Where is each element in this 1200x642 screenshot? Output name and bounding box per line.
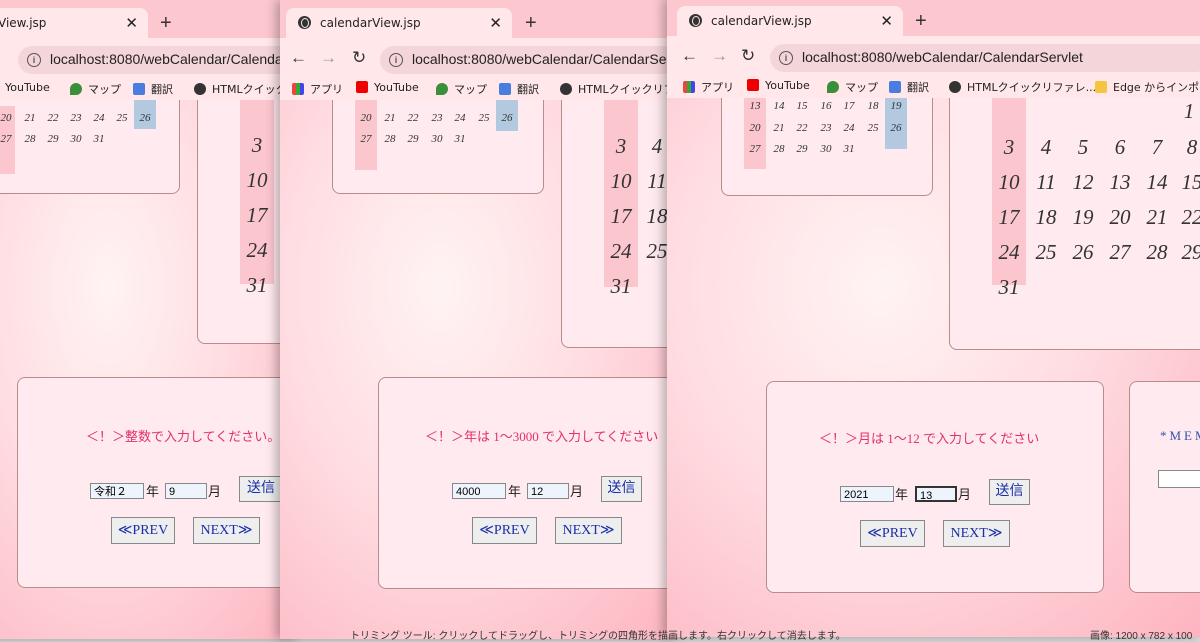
error-message: ＜！＞整数で入力してください。 [86, 429, 281, 444]
tab-calendar-view[interactable]: calendarView.jsp ✕ [677, 6, 903, 36]
url-text: localhost:8080/webCalendar/CalendarServl… [50, 51, 300, 67]
next-button[interactable]: NEXT≫ [555, 517, 622, 544]
close-tab-icon[interactable]: ✕ [125, 14, 138, 32]
browser-chrome: calendarView.jsp ✕ + ← → ↻ i localhost:8… [667, 0, 1200, 98]
bookmark-translate[interactable]: 翻訳 [499, 81, 539, 97]
tab-calendar-view[interactable]: View.jsp ✕ [0, 8, 148, 38]
bookmark-youtube[interactable]: YouTube [0, 81, 50, 94]
bookmark-maps[interactable]: マップ [70, 81, 121, 97]
close-tab-icon[interactable]: ✕ [880, 12, 893, 30]
error-message: ＜！＞月は 1～12 で入力してください [819, 431, 1040, 446]
bookmark-edge-import[interactable]: Edge からインポート [1095, 79, 1200, 95]
reload-icon[interactable]: ↻ [741, 46, 755, 66]
submit-button[interactable]: 送信 [989, 479, 1030, 505]
bookmark-apps[interactable]: アプリ [683, 79, 734, 95]
submit-button[interactable]: 送信 [239, 476, 283, 502]
prev-button[interactable]: ≪PREV [860, 520, 925, 547]
bookmark-maps[interactable]: マップ [827, 79, 878, 95]
memo-label: *MEM [1160, 428, 1200, 443]
back-icon[interactable]: ← [681, 46, 698, 66]
mini-calendar: 20 21 22 23 24 25 26 27 28 29 30 31 [0, 100, 180, 194]
month-input[interactable]: 13 [915, 486, 957, 502]
tab-title: calendarView.jsp [320, 16, 421, 30]
site-info-icon[interactable]: i [779, 51, 793, 65]
url-text: localhost:8080/webCalendar/CalendarServl… [802, 49, 1083, 65]
bookmark-html-ref[interactable]: HTMLクイックリファレ... [949, 79, 1096, 95]
reload-icon[interactable]: ↻ [352, 48, 366, 68]
browser-window-3: calendarView.jsp ✕ + ← → ↻ i localhost:8… [667, 0, 1200, 637]
submit-button[interactable]: 送信 [601, 476, 642, 502]
image-size-text: 画像: 1200 x 782 x 100 [1090, 631, 1193, 642]
bookmark-translate[interactable]: 翻訳 [889, 79, 929, 95]
prev-button[interactable]: ≪PREV [111, 517, 175, 544]
bookmark-html-ref[interactable]: HTMLクイックリファ [560, 81, 680, 97]
memo-input[interactable] [1158, 470, 1200, 488]
forward-icon[interactable]: → [320, 48, 337, 68]
address-bar[interactable]: i localhost:8080/webCalendar/CalendarSer… [18, 46, 300, 74]
new-tab-icon[interactable]: + [915, 10, 927, 33]
site-info-icon[interactable]: i [27, 53, 41, 67]
forward-icon[interactable]: → [711, 46, 728, 66]
tab-title: View.jsp [0, 16, 47, 30]
input-form: ＜！＞整数で入力してください。 令和２ 年 9 月 送信 ≪PREV NEXT≫ [17, 377, 300, 588]
globe-icon [689, 14, 702, 27]
tab-calendar-view[interactable]: calendarView.jsp ✕ [286, 8, 512, 38]
mini-calendar: 13 14 15 16 17 18 19 20 21 22 23 24 25 2… [721, 98, 933, 196]
new-tab-icon[interactable]: + [160, 12, 172, 35]
bookmark-apps[interactable]: アプリ [292, 81, 343, 97]
year-input[interactable]: 4000 [452, 483, 506, 499]
mini-calendar: 20 21 22 23 24 25 26 27 28 29 30 31 [332, 100, 544, 194]
browser-chrome: View.jsp ✕ + i localhost:8080/webCalenda… [0, 0, 300, 100]
page-content: 20 21 22 23 24 25 26 27 28 29 30 31 3 10… [0, 100, 300, 639]
site-info-icon[interactable]: i [389, 53, 403, 67]
browser-chrome: calendarView.jsp ✕ + ← → ↻ i localhost:8… [280, 0, 680, 100]
error-message: ＜！＞年は 1～3000 で入力してください [425, 429, 659, 444]
month-calendar: 3 10 17 24 31 4 11 18 25 [561, 100, 680, 348]
tab-title: calendarView.jsp [711, 14, 812, 28]
browser-window-1: View.jsp ✕ + i localhost:8080/webCalenda… [0, 0, 300, 639]
next-button[interactable]: NEXT≫ [193, 517, 260, 544]
prev-button[interactable]: ≪PREV [472, 517, 537, 544]
bookmark-youtube[interactable]: YouTube [747, 79, 810, 92]
month-input[interactable]: 12 [527, 483, 569, 499]
page-content: 13 14 15 16 17 18 19 20 21 22 23 24 25 2… [667, 98, 1200, 637]
browser-window-2: calendarView.jsp ✕ + ← → ↻ i localhost:8… [280, 0, 680, 639]
new-tab-icon[interactable]: + [525, 12, 537, 35]
input-form: ＜！＞年は 1～3000 で入力してください 4000 年 12 月 送信 ≪P… [378, 377, 680, 589]
address-bar[interactable]: i localhost:8080/webCalendar/CalendarSer… [770, 44, 1200, 72]
url-text: localhost:8080/webCalendar/CalendarServl… [412, 51, 680, 67]
month-input[interactable]: 9 [165, 483, 207, 499]
bookmark-translate[interactable]: 翻訳 [133, 81, 173, 97]
globe-icon [298, 16, 311, 29]
bookmark-youtube[interactable]: YouTube [356, 81, 419, 94]
bookmark-maps[interactable]: マップ [436, 81, 487, 97]
memo-box: *MEM [1129, 381, 1200, 593]
back-icon[interactable]: ← [290, 48, 307, 68]
page-content: 20 21 22 23 24 25 26 27 28 29 30 31 3 10… [280, 100, 680, 639]
close-tab-icon[interactable]: ✕ [489, 14, 502, 32]
year-input[interactable]: 令和２ [90, 483, 144, 499]
month-calendar: 1 3 4 5 6 7 8 10 11 12 13 14 15 17 18 19… [949, 98, 1200, 350]
next-button[interactable]: NEXT≫ [943, 520, 1010, 547]
status-text: トリミング ツール: クリックしてドラッグし、トリミングの四角形を描画します。右… [350, 631, 846, 642]
input-form: ＜！＞月は 1～12 で入力してください 2021 年 13 月 送信 ≪PRE… [766, 381, 1104, 593]
year-input[interactable]: 2021 [840, 486, 894, 502]
address-bar[interactable]: i localhost:8080/webCalendar/CalendarSer… [380, 46, 680, 74]
